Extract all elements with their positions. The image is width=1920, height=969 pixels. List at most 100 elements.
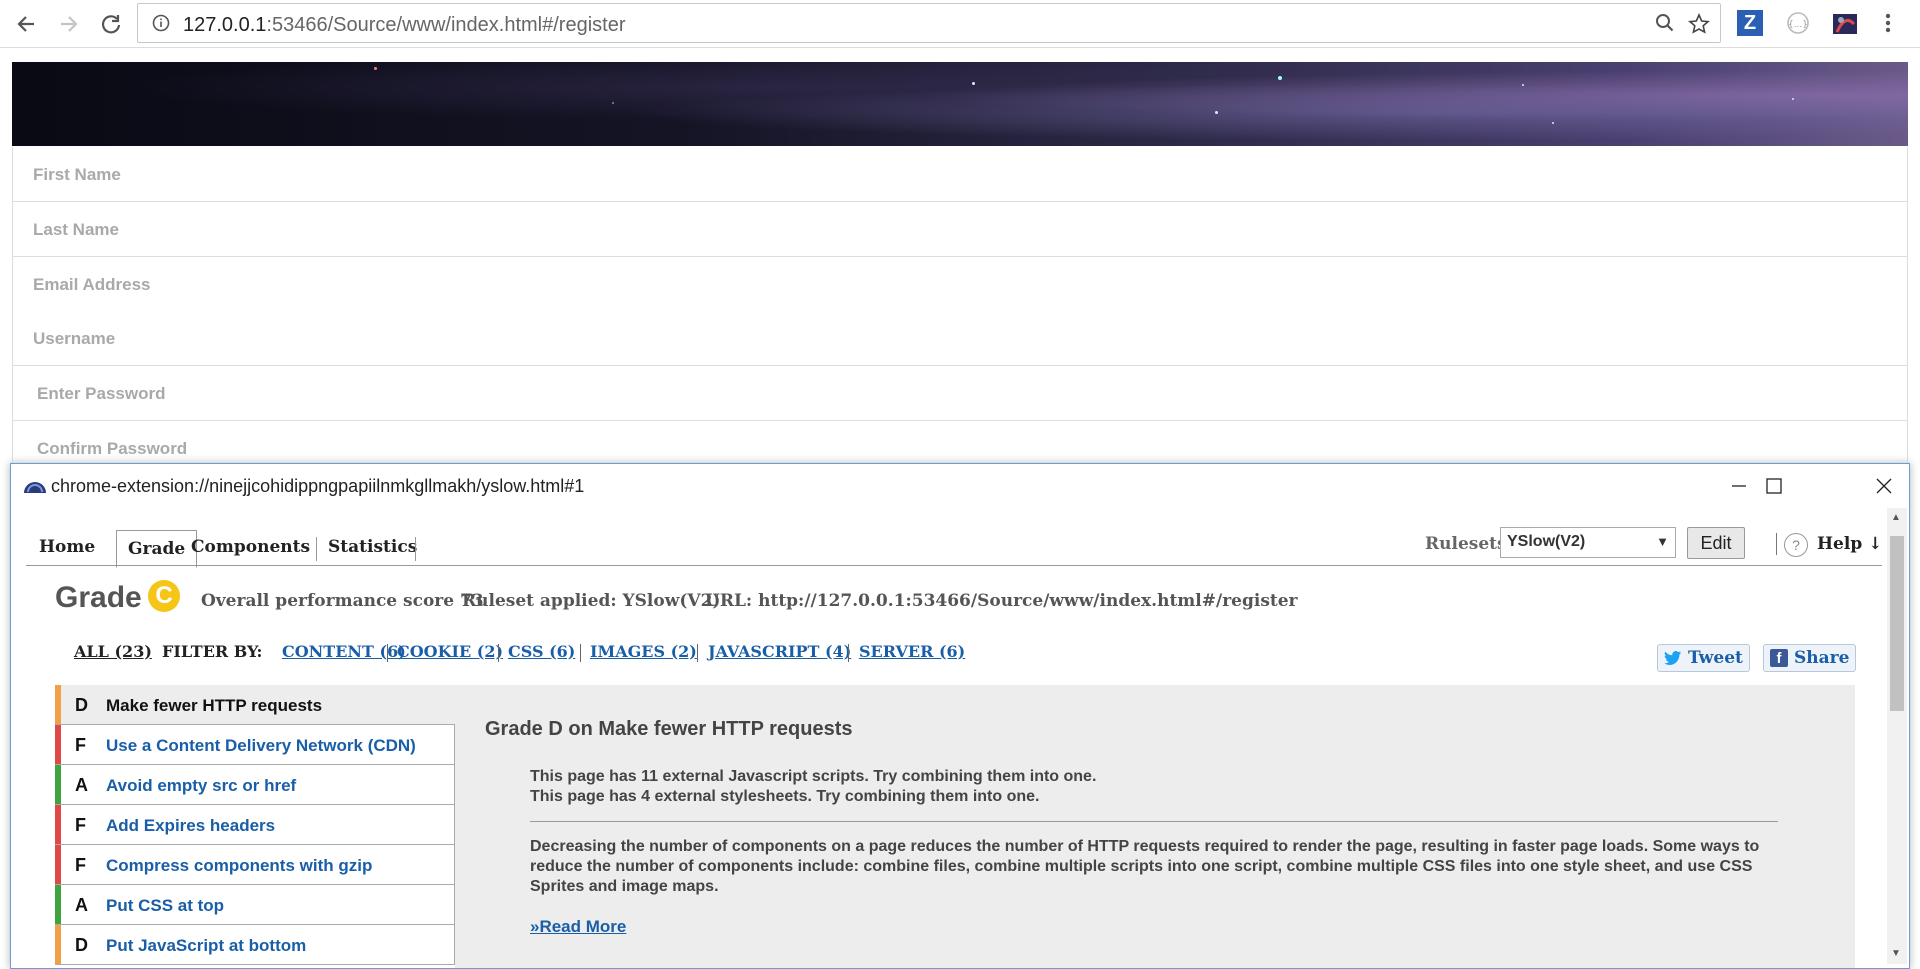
grade-badge: C [148,580,180,612]
rule-grade: D [75,935,88,955]
yslow-popup-window: chrome-extension://ninejjcohidippngpapii… [10,463,1910,969]
address-url[interactable]: 127.0.0.1:53466/Source/www/index.html#/r… [183,14,625,37]
rule-item[interactable]: F Add Expires headers [55,805,455,845]
tab-underline [26,565,1882,566]
address-bar[interactable]: 127.0.0.1:53466/Source/www/index.html#/r… [137,3,1721,43]
minimize-icon[interactable] [1727,474,1751,498]
rule-grade: A [75,895,88,915]
facebook-icon: f [1770,649,1788,667]
rule-item[interactable]: F Use a Content Delivery Network (CDN) [55,725,455,765]
zoom-icon[interactable] [1655,13,1675,38]
json-extension-icon[interactable]: {...} [1785,10,1811,36]
help-icon[interactable]: ? [1784,533,1808,557]
username-placeholder: Username [33,329,116,348]
scroll-down-icon[interactable]: ▼ [1891,948,1901,959]
popup-title: chrome-extension://ninejjcohidippngpapii… [51,476,585,496]
ruleset-selected-value: YSlow(V2) [1507,533,1586,550]
scrollbar-thumb[interactable] [1890,536,1904,711]
tab-grade[interactable]: Grade [116,530,198,568]
filter-images[interactable]: IMAGES (2) [590,642,697,661]
maximize-icon[interactable] [1762,474,1786,498]
filter-javascript[interactable]: JAVASCRIPT (4) [708,642,851,661]
filter-divider [387,644,388,662]
rule-grade: D [75,695,88,715]
rule-title: Add Expires headers [106,816,276,835]
tab-home[interactable]: Home [39,529,95,565]
grade-bar [55,885,61,924]
password-field[interactable]: Enter Password [12,366,1908,421]
rule-item[interactable]: A Put CSS at top [55,885,455,925]
site-info-icon[interactable] [152,14,170,37]
rule-item[interactable]: A Avoid empty src or href [55,765,455,805]
last-name-placeholder: Last Name [33,220,119,239]
filter-divider [697,644,698,662]
share-button[interactable]: f Share [1763,644,1857,672]
username-field[interactable]: Username [12,311,1908,366]
filter-server[interactable]: SERVER (6) [859,642,965,661]
analyzed-url: URL: http://127.0.0.1:53466/Source/www/i… [705,591,1298,611]
overall-score: Overall performance score 73 [201,591,484,611]
yslow-extension-icon[interactable] [1832,10,1858,36]
ruleset-applied: Ruleset applied: YSlow(V2) [462,591,721,611]
popup-scrollbar[interactable]: ▲ ▼ [1887,508,1907,964]
grade-heading: Grade [55,581,142,614]
filter-divider [848,644,849,662]
zotero-extension-icon[interactable]: Z [1737,10,1763,36]
ruleset-select[interactable]: YSlow(V2) ▼ [1500,527,1676,558]
filter-by-label: FILTER BY: [162,642,263,661]
email-placeholder: Email Address [33,275,151,294]
rule-title: Compress components with gzip [106,856,373,875]
email-field[interactable]: Email Address [12,257,1908,312]
first-name-placeholder: First Name [33,165,121,184]
svg-text:{...}: {...} [1788,20,1808,30]
rule-grade: F [75,735,86,755]
grade-bar [55,925,61,964]
rule-title: Put CSS at top [106,896,225,915]
scroll-up-icon[interactable]: ▲ [1891,512,1901,523]
filter-all[interactable]: ALL (23) [74,642,152,661]
tweet-label: Tweet [1688,648,1743,668]
tab-divider [415,537,416,561]
rule-title: Make fewer HTTP requests [106,696,323,715]
grade-bar [55,765,61,804]
tab-components[interactable]: Components [191,529,310,565]
rule-item[interactable]: D Make fewer HTTP requests [55,685,455,725]
rule-title: Avoid empty src or href [106,776,297,795]
twitter-icon [1664,651,1681,665]
grade-bar [55,805,61,844]
rule-grade: A [75,775,88,795]
popup-titlebar[interactable]: chrome-extension://ninejjcohidippngpapii… [11,464,1909,508]
rule-list: D Make fewer HTTP requests F Use a Conte… [55,685,1855,968]
grade-bar [55,845,61,884]
back-icon[interactable] [12,10,40,38]
rule-grade: F [75,815,86,835]
reload-icon[interactable] [97,10,125,38]
filter-divider [580,644,581,662]
tab-statistics[interactable]: Statistics [328,529,417,565]
first-name-field[interactable]: First Name [12,147,1908,202]
close-icon[interactable] [1872,474,1896,498]
grade-bar [55,725,61,764]
last-name-field[interactable]: Last Name [12,202,1908,257]
filter-cookie[interactable]: COOKIE (2) [397,642,503,661]
help-link[interactable]: Help ↓ [1817,534,1882,554]
dropdown-arrow-icon: ▼ [1656,534,1669,549]
toolbar-divider [1776,533,1777,555]
grade-bar [55,685,61,724]
confirm-password-placeholder: Confirm Password [37,439,188,458]
share-label: Share [1794,648,1850,668]
rule-grade: F [75,855,86,875]
rule-title: Put JavaScript at bottom [106,936,307,955]
tab-divider [316,537,317,561]
tweet-button[interactable]: Tweet [1657,644,1750,672]
edit-ruleset-button[interactable]: Edit [1687,527,1745,559]
password-placeholder: Enter Password [37,384,166,403]
rule-item[interactable]: D Put JavaScript at bottom [55,925,455,965]
bookmark-star-icon[interactable] [1688,13,1710,40]
rule-title: Use a Content Delivery Network (CDN) [106,736,416,755]
forward-icon[interactable] [55,10,83,38]
rule-item[interactable]: F Compress components with gzip [55,845,455,885]
more-menu-icon[interactable] [1880,10,1896,36]
filter-css[interactable]: CSS (6) [508,642,575,661]
yslow-logo-icon [23,478,47,499]
